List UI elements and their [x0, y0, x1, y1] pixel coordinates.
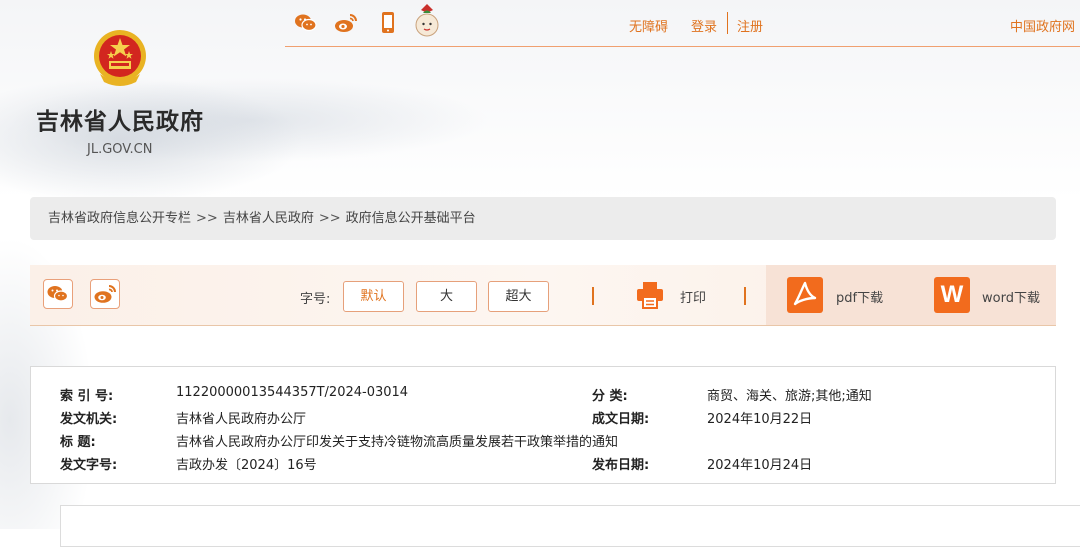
- download-panel: pdf下载 W word下载: [766, 265, 1056, 325]
- index-no-label: 索 引 号:: [60, 389, 114, 404]
- china-gov-link[interactable]: 中国政府网: [1010, 16, 1075, 35]
- font-size-default-button[interactable]: 默认: [343, 281, 404, 312]
- breadcrumb-separator: >>: [196, 211, 218, 226]
- print-button[interactable]: 打印: [680, 287, 706, 306]
- wechat-icon[interactable]: [293, 10, 319, 36]
- doc-no-value: 吉政办发〔2024〕16号: [176, 458, 317, 473]
- breadcrumb-item-gov[interactable]: 吉林省人民政府: [223, 211, 314, 226]
- category-label: 分 类:: [592, 389, 628, 404]
- publish-date-label: 发布日期:: [592, 458, 650, 473]
- written-date-value: 2024年10月22日: [707, 412, 813, 427]
- font-size-label: 字号:: [300, 292, 331, 307]
- pdf-icon[interactable]: [787, 277, 823, 313]
- share-weibo-button[interactable]: [90, 279, 120, 309]
- issuer-value: 吉林省人民政府办公厅: [176, 412, 307, 427]
- word-icon[interactable]: W: [934, 277, 970, 313]
- pdf-download-button[interactable]: pdf下载: [836, 287, 883, 306]
- share-wechat-button[interactable]: [43, 279, 73, 309]
- divider: [727, 12, 728, 34]
- issuer-label: 发文机关:: [60, 412, 118, 427]
- document-info-table: 索 引 号: 11220000013544357T/2024-03014 分 类…: [30, 366, 1056, 484]
- article-toolbar: 字号: 默认 大 超大 打印 pdf下载 W word下载: [30, 265, 1056, 326]
- title-value: 吉林省人民政府办公厅印发关于支持冷链物流高质量发展若干政策举措的通知: [176, 435, 619, 450]
- weibo-icon[interactable]: [333, 10, 359, 36]
- breadcrumb: 吉林省政府信息公开专栏 >> 吉林省人民政府 >> 政府信息公开基础平台: [30, 197, 1056, 240]
- font-size-large-button[interactable]: 大: [416, 281, 477, 312]
- print-icon[interactable]: [634, 279, 666, 311]
- written-date-label: 成文日期:: [592, 412, 650, 427]
- weibo-icon: [94, 285, 116, 303]
- toolbar-divider: [592, 287, 594, 305]
- category-value: 商贸、海关、旅游;其他;通知: [707, 389, 872, 404]
- mascot-icon[interactable]: [413, 2, 441, 40]
- title-label: 标 题:: [60, 435, 96, 450]
- index-no-value: 11220000013544357T/2024-03014: [176, 385, 409, 400]
- accessibility-link[interactable]: 无障碍: [629, 16, 668, 35]
- breadcrumb-item-info-column[interactable]: 吉林省政府信息公开专栏: [48, 211, 191, 226]
- top-bar: 无障碍 登录 注册 中国政府网: [285, 0, 1080, 47]
- login-link[interactable]: 登录: [691, 16, 717, 35]
- national-emblem-logo: [90, 28, 150, 90]
- breadcrumb-item-platform[interactable]: 政府信息公开基础平台: [346, 211, 476, 226]
- site-domain: JL.GOV.CN: [87, 142, 153, 157]
- article-body-container: [60, 505, 1080, 547]
- wechat-icon: [47, 286, 69, 302]
- breadcrumb-separator: >>: [318, 211, 341, 226]
- doc-no-label: 发文字号:: [60, 458, 118, 473]
- publish-date-value: 2024年10月24日: [707, 458, 813, 473]
- register-link[interactable]: 注册: [737, 16, 763, 35]
- mobile-icon[interactable]: [375, 10, 401, 36]
- site-title[interactable]: 吉林省人民政府: [36, 102, 204, 136]
- word-download-button[interactable]: word下载: [982, 287, 1040, 306]
- font-size-xlarge-button[interactable]: 超大: [488, 281, 549, 312]
- toolbar-divider: [744, 287, 746, 305]
